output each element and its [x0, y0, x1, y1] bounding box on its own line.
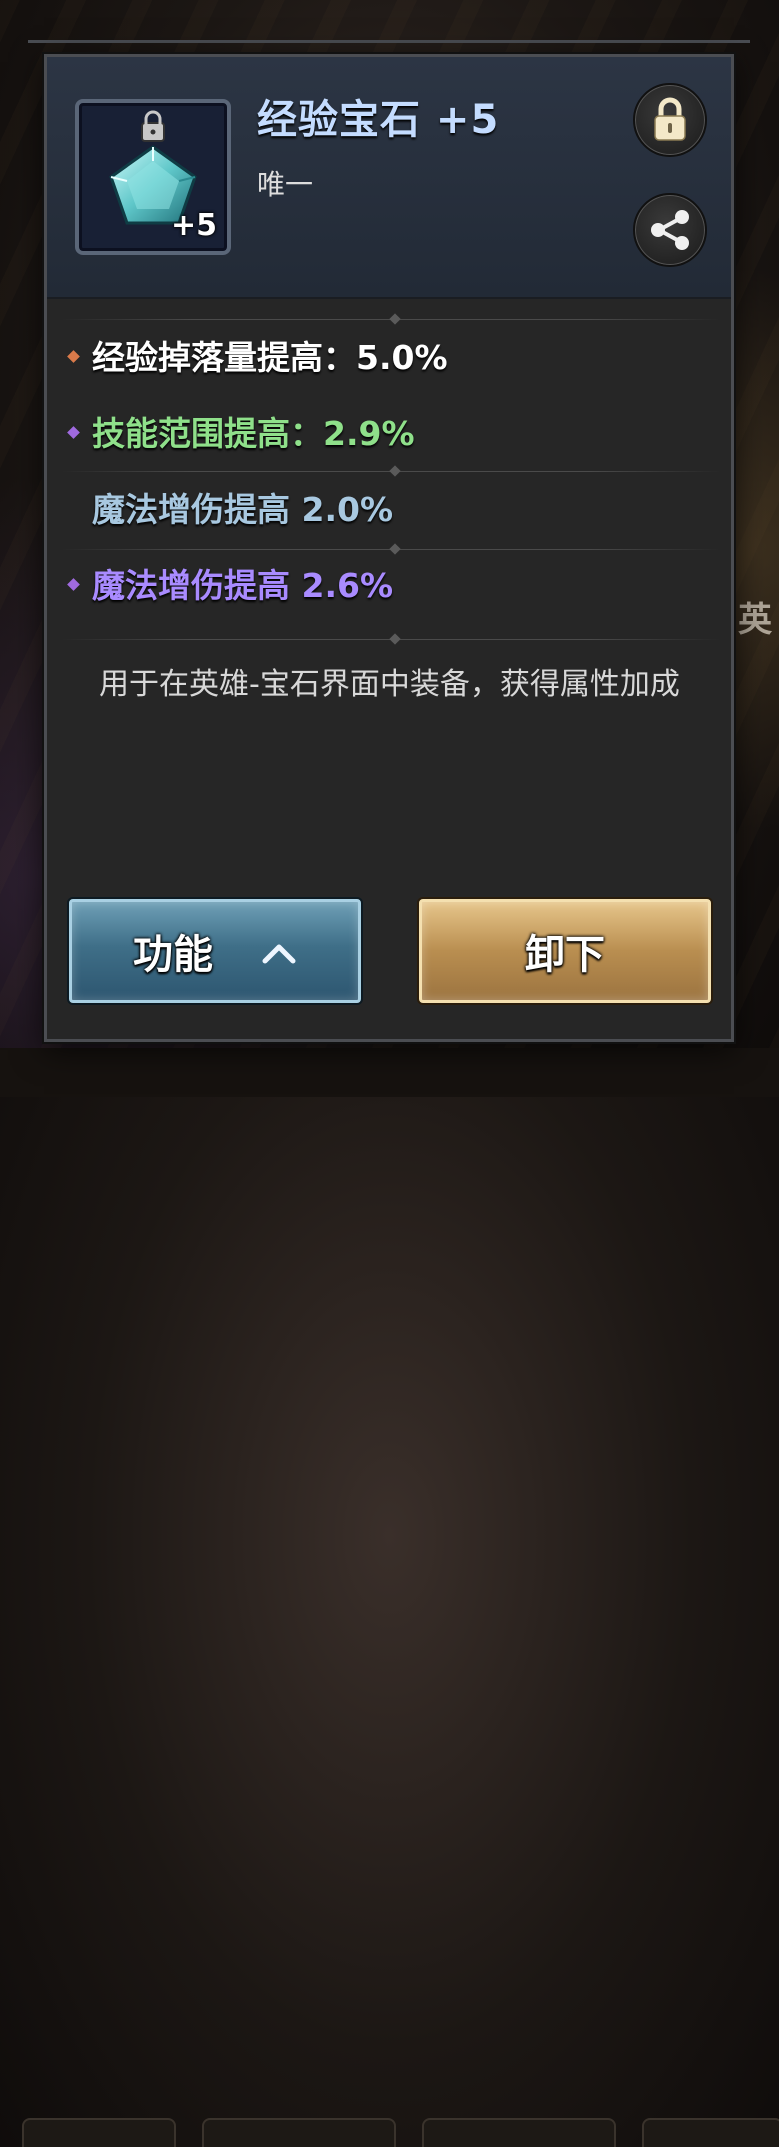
lock-button[interactable] [633, 83, 707, 157]
stat-text: 魔法增伤提高 2.6% [92, 566, 394, 605]
background-hero-label: 英 [738, 600, 772, 640]
bottom-tab-slot[interactable] [642, 2118, 779, 2147]
function-button[interactable]: 功能 [69, 899, 361, 1003]
item-title: 经验宝石 +5 [257, 97, 500, 143]
stat-marker-icon [67, 426, 80, 439]
bottom-tab-slot[interactable] [202, 2118, 396, 2147]
unequip-button[interactable]: 卸下 [419, 899, 711, 1003]
stat-line: 经验掉落量提高：5.0% [67, 331, 448, 379]
item-icon-frame: +5 [75, 99, 231, 255]
item-description: 用于在英雄-宝石界面中装备，获得属性加成 [99, 667, 680, 702]
share-button[interactable] [633, 193, 707, 267]
bottom-tab-slot[interactable] [22, 2118, 176, 2147]
stat-line: 技能范围提高：2.9% [67, 407, 415, 455]
stat-text: 经验掉落量提高：5.0% [92, 338, 448, 377]
padlock-icon [654, 97, 686, 141]
stat-text: 技能范围提高：2.9% [92, 414, 415, 453]
stat-line: 魔法增伤提高 2.6% [67, 559, 394, 607]
section-divider [61, 639, 721, 640]
stat-marker-icon [67, 350, 80, 363]
stat-line: 魔法增伤提高 2.0% [69, 483, 393, 531]
padlock-icon [141, 110, 165, 142]
item-header: +5 经验宝石 +5 唯一 [47, 57, 731, 299]
item-level-badge: +5 [170, 208, 217, 243]
chevron-up-icon [262, 944, 296, 964]
item-rarity-label: 唯一 [257, 168, 314, 201]
function-button-label: 功能 [133, 932, 213, 978]
stat-text: 魔法增伤提高 2.0% [92, 490, 394, 529]
share-icon [651, 210, 689, 250]
unequip-button-label: 卸下 [525, 932, 605, 978]
stat-marker-icon [67, 578, 80, 591]
section-divider [61, 471, 721, 472]
section-divider [61, 319, 721, 320]
bottom-tab-slot[interactable] [422, 2118, 616, 2147]
section-divider [61, 549, 721, 550]
bottom-tab-bar [0, 1048, 779, 2147]
panel-top-trim [28, 40, 750, 51]
item-tooltip-panel: +5 经验宝石 +5 唯一 经验掉落量提高：5.0% 技能范围提高：2.9% 魔… [44, 54, 734, 1042]
